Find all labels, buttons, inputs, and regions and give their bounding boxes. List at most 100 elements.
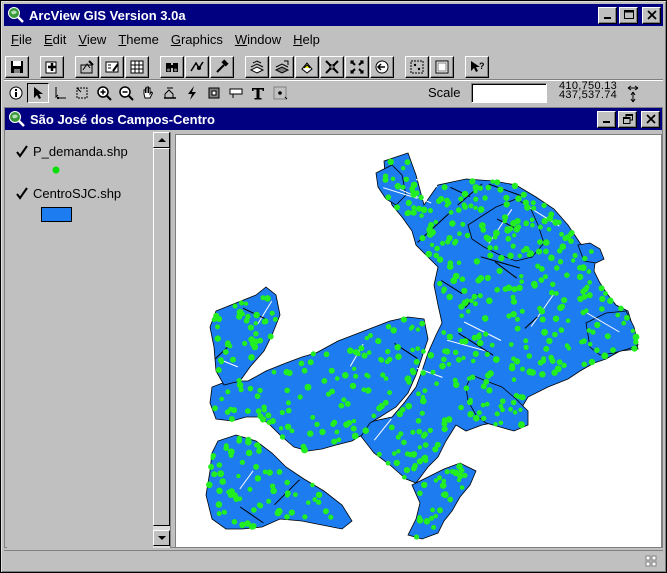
demand-point (482, 195, 488, 201)
vertex-edit-tool[interactable] (49, 83, 71, 103)
demand-point (271, 369, 277, 375)
menu-view[interactable]: View (72, 31, 112, 51)
demand-point (541, 328, 548, 336)
draw-point-tool[interactable] (269, 83, 291, 103)
demand-point (487, 252, 494, 259)
minimize-button[interactable] (598, 6, 617, 24)
demand-point (561, 297, 568, 304)
demand-point (524, 204, 531, 211)
text-tool[interactable] (247, 83, 269, 103)
view-title: São José dos Campos-Centro (30, 111, 215, 127)
map-display[interactable] (175, 134, 662, 548)
demand-point (400, 316, 407, 323)
demand-point (484, 274, 491, 282)
select-features-button[interactable] (405, 56, 429, 78)
menu-file[interactable]: File (5, 31, 38, 51)
edit-legend-button[interactable] (100, 56, 124, 78)
measure-tool[interactable] (159, 83, 181, 103)
demand-point (325, 391, 332, 397)
menu-help[interactable]: Help (287, 31, 326, 51)
theme-entry-centro-sjc[interactable]: CentroSJC.shp (15, 186, 121, 201)
table-icon (130, 60, 144, 74)
demand-point (529, 217, 535, 223)
menu-theme[interactable]: Theme (112, 31, 164, 51)
demand-point (218, 359, 224, 365)
scroll-down-button[interactable] (153, 530, 170, 546)
find-button[interactable] (160, 56, 184, 78)
zoom-in-button[interactable] (320, 56, 344, 78)
scroll-thumb[interactable] (153, 148, 170, 526)
demand-point (466, 399, 473, 406)
demand-point (279, 434, 286, 440)
view-close-button[interactable] (641, 110, 660, 128)
demand-point (569, 230, 575, 236)
demand-point (538, 240, 543, 245)
scale-input[interactable] (471, 83, 547, 103)
demand-point (221, 509, 227, 515)
open-table-button[interactable] (125, 56, 149, 78)
demand-point (279, 409, 285, 416)
view-minimize-button[interactable] (597, 110, 616, 128)
view-restore-button[interactable] (618, 110, 637, 128)
clear-selected-button[interactable] (430, 56, 454, 78)
help-button[interactable]: ? (465, 56, 489, 78)
demand-point (410, 181, 418, 189)
checkmark-icon[interactable] (15, 144, 29, 159)
add-theme-button[interactable] (40, 56, 64, 78)
maximize-button[interactable] (619, 6, 638, 24)
theme-entry-p-demanda[interactable]: P_demanda.shp (15, 144, 128, 159)
save-button[interactable] (5, 56, 29, 78)
menu-window[interactable]: Window (229, 31, 287, 51)
demand-point (253, 463, 259, 470)
demand-point (513, 226, 520, 233)
theme-properties-button[interactable] (75, 56, 99, 78)
demand-point (481, 415, 487, 422)
label-tool[interactable] (225, 83, 247, 103)
menu-graphics[interactable]: Graphics (165, 31, 229, 51)
locate-address-button[interactable] (185, 56, 209, 78)
identify-tool[interactable] (5, 83, 27, 103)
demand-point (393, 459, 400, 467)
demand-point (236, 473, 241, 479)
menu-edit[interactable]: Edit (38, 31, 72, 51)
select-feature-tool[interactable] (71, 83, 93, 103)
app-title-bar[interactable]: ArcView GIS Version 3.0a (4, 4, 663, 26)
demand-point (352, 349, 360, 356)
demand-point (441, 356, 447, 363)
zoom-to-active-themes-button[interactable] (270, 56, 294, 78)
demand-point (375, 338, 382, 345)
zoom-out-button[interactable] (345, 56, 369, 78)
demand-point (446, 333, 454, 341)
demand-point (539, 371, 546, 378)
view-title-bar[interactable]: São José dos Campos-Centro (5, 108, 662, 130)
hot-link-tool[interactable] (181, 83, 203, 103)
toc-scrollbar[interactable] (153, 132, 170, 548)
demand-point (426, 231, 434, 238)
zoom-in-tool[interactable] (93, 83, 115, 103)
zoom-out-tool[interactable] (115, 83, 137, 103)
checkmark-icon[interactable] (15, 186, 29, 201)
demand-point (419, 213, 424, 218)
demand-point (413, 358, 420, 365)
view-globe-icon (9, 111, 25, 127)
scroll-up-button[interactable] (153, 132, 170, 148)
demand-point (542, 239, 550, 246)
zoom-previous-button[interactable] (370, 56, 394, 78)
demand-point (503, 194, 510, 201)
demand-point (503, 201, 510, 208)
map-canvas[interactable] (176, 135, 661, 547)
demand-point (385, 348, 391, 355)
area-of-interest-tool[interactable] (203, 83, 225, 103)
resize-grip-icon[interactable] (645, 555, 657, 567)
close-button[interactable] (642, 6, 661, 24)
demand-point (550, 281, 556, 287)
demand-point (453, 381, 460, 388)
demand-point (385, 460, 391, 466)
pan-tool[interactable] (137, 83, 159, 103)
pointer-tool[interactable] (27, 83, 49, 103)
zoom-to-selected-button[interactable] (295, 56, 319, 78)
demand-point (546, 227, 552, 232)
query-builder-button[interactable] (210, 56, 234, 78)
demand-point (584, 308, 589, 313)
zoom-to-full-extent-button[interactable] (245, 56, 269, 78)
